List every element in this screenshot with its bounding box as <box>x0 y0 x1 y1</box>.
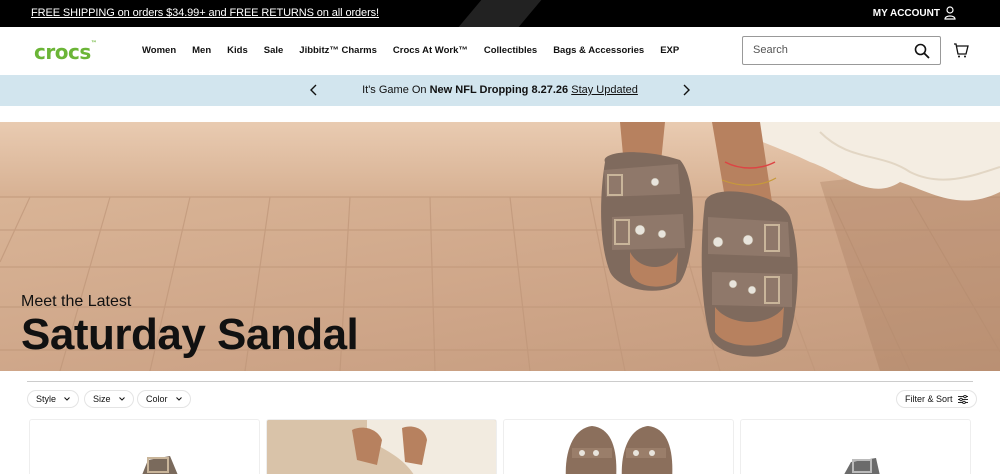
nav-item-sale[interactable]: Sale <box>264 45 284 56</box>
filter-sort-button[interactable]: Filter & Sort <box>896 390 977 408</box>
nav-item-bags-accessories[interactable]: Bags & Accessories <box>553 45 644 56</box>
search-box[interactable] <box>742 36 941 65</box>
crocs-logo[interactable]: crocs™ <box>34 40 97 64</box>
filter-divider <box>27 381 973 382</box>
search-input[interactable] <box>753 44 903 56</box>
announcement-bold: New NFL Dropping 8.27.26 <box>429 84 569 96</box>
filter-size-label: Size <box>93 394 111 404</box>
filter-color-label: Color <box>146 394 168 404</box>
nav-item-collectibles[interactable]: Collectibles <box>484 45 537 56</box>
nav-item-crocs-at-work[interactable]: Crocs At Work™ <box>393 45 468 56</box>
announcement-message: It's Game On New NFL Dropping 8.27.26 St… <box>0 84 1000 96</box>
nav-item-men[interactable]: Men <box>192 45 211 56</box>
filter-style-label: Style <box>36 394 57 404</box>
cart-icon[interactable] <box>953 42 969 58</box>
hero-eyebrow: Meet the Latest <box>21 293 132 310</box>
search-icon[interactable] <box>914 43 930 59</box>
product-card[interactable] <box>29 419 260 474</box>
chevron-down-icon <box>175 397 182 401</box>
product-image <box>844 458 880 474</box>
site-header: crocs™ Women Men Kids Sale Jibbitz™ Char… <box>0 27 1000 75</box>
hero-headline: Saturday Sandal <box>21 310 359 359</box>
user-icon[interactable] <box>944 6 956 20</box>
promo-link[interactable]: FREE SHIPPING on orders $34.99+ and FREE… <box>31 7 379 19</box>
my-account-label: MY ACCOUNT <box>872 8 940 19</box>
filter-size[interactable]: Size <box>84 390 134 408</box>
nav-item-jibbitz[interactable]: Jibbitz™ Charms <box>299 45 377 56</box>
my-account-link[interactable]: MY ACCOUNT <box>873 8 940 19</box>
promo-bar: FREE SHIPPING on orders $34.99+ and FREE… <box>0 0 1000 27</box>
nav-item-kids[interactable]: Kids <box>227 45 248 56</box>
stay-updated-link[interactable]: Stay Updated <box>571 84 638 96</box>
product-card[interactable] <box>503 419 734 474</box>
nav-item-exp[interactable]: EXP <box>660 45 679 56</box>
filter-color[interactable]: Color <box>137 390 191 408</box>
product-image <box>142 456 178 474</box>
product-image <box>267 420 496 474</box>
product-image <box>565 426 673 474</box>
main-nav: Women Men Kids Sale Jibbitz™ Charms Croc… <box>142 45 695 56</box>
nav-item-women[interactable]: Women <box>142 45 176 56</box>
product-card[interactable] <box>266 419 497 474</box>
announcement-banner: It's Game On New NFL Dropping 8.27.26 St… <box>0 75 1000 106</box>
filter-style[interactable]: Style <box>27 390 80 408</box>
logo-text: crocs <box>34 40 91 64</box>
sliders-icon <box>957 394 968 404</box>
hero-banner[interactable]: Meet the Latest Saturday Sandal <box>0 122 1000 371</box>
chevron-down-icon <box>118 397 125 401</box>
announcement-prefix: It's Game On <box>362 84 427 96</box>
product-card[interactable] <box>740 419 971 474</box>
chevron-right-icon[interactable] <box>681 84 691 96</box>
chevron-down-icon <box>64 397 70 401</box>
promo-decoration <box>458 0 542 27</box>
filter-sort-label: Filter & Sort <box>905 394 953 404</box>
